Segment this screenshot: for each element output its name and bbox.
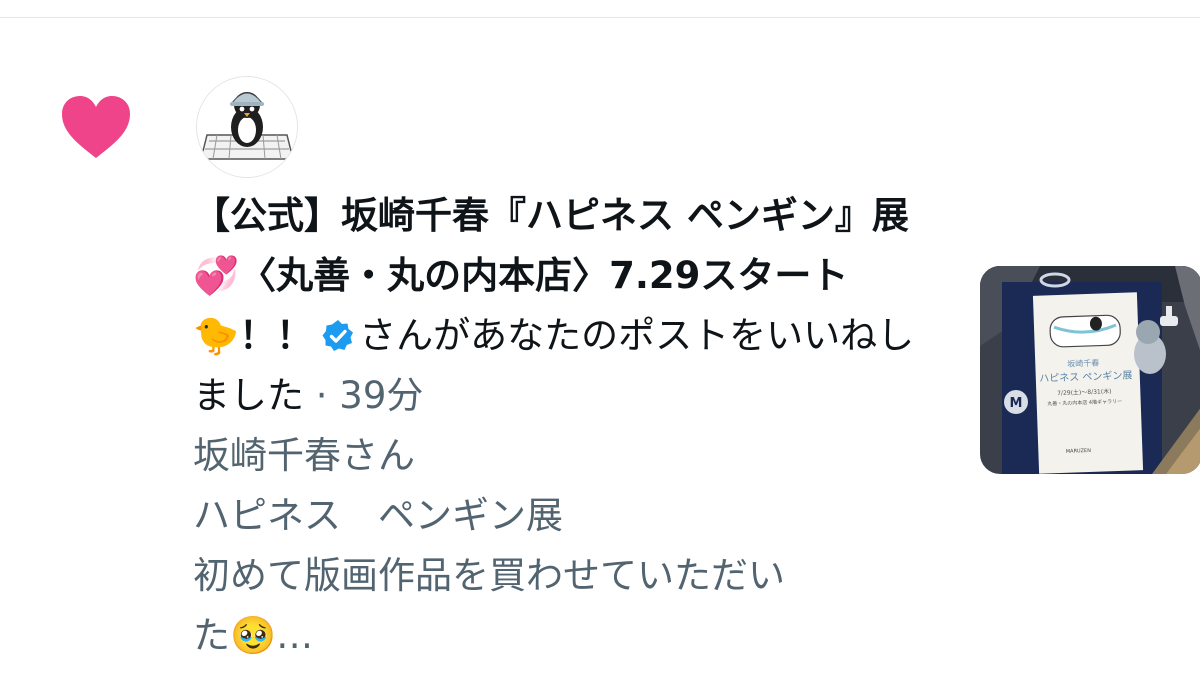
thumbnail-logo: M [1010, 396, 1023, 411]
notification-text: 【公式】坂崎千春『ハピネス ペンギン』展💞〈丸善・丸の内本店〉7.29スタート🐤… [193, 186, 933, 666]
preview-line: た🥹… [193, 614, 314, 657]
heart-icon [62, 96, 130, 158]
preview-line: ハピネス ペンギン展 [193, 494, 563, 537]
post-preview: 坂崎千春さん ハピネス ペンギン展 初めて版画作品を買わせていただい た🥹… [193, 426, 933, 666]
preview-line: 初めて版画作品を買わせていただい [193, 554, 785, 597]
thumbnail-caption-small: 坂崎千春 [1067, 358, 1099, 369]
timestamp: 39分 [339, 374, 424, 417]
verified-badge-icon [322, 320, 354, 351]
preview-line: 坂崎千春さん [193, 434, 415, 477]
penguin-avatar[interactable] [196, 76, 298, 178]
time-separator: · [315, 374, 328, 417]
thumbnail-caption-brand: MARUZEN [1066, 448, 1092, 455]
notification-headline: 【公式】坂崎千春『ハピネス ペンギン』展💞〈丸善・丸の内本店〉7.29スタート🐤… [193, 186, 933, 426]
photo-thumbnail[interactable]: 坂崎千春 ハピネス ペンギン展 7/29(土)〜8/31(木) 丸善・丸の内本店… [980, 266, 1200, 474]
like-notification[interactable]: 【公式】坂崎千春『ハピネス ペンギン』展💞〈丸善・丸の内本店〉7.29スタート🐤… [0, 18, 1200, 693]
